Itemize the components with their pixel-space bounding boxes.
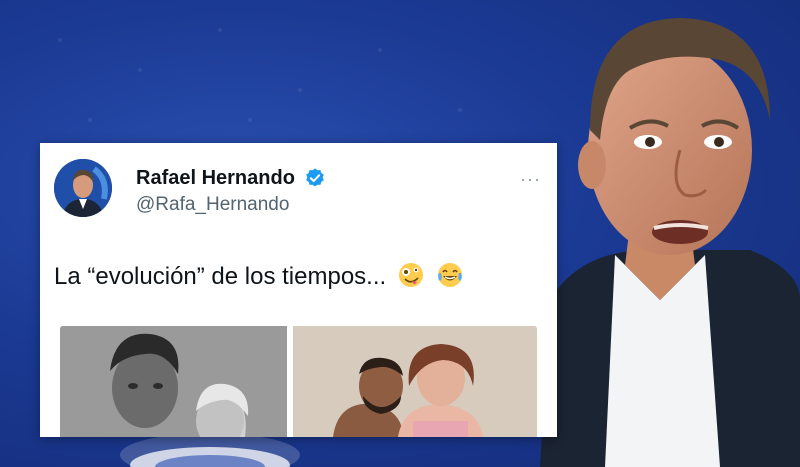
- speaker-photo: [540, 18, 800, 467]
- tweet-text: La “evolución” de los tiempos...: [54, 261, 464, 291]
- tweet-card[interactable]: Rafael Hernando @Rafa_Hernando ··· La “e…: [40, 143, 557, 437]
- tears-of-joy-emoji-icon: [437, 263, 462, 287]
- more-options-icon[interactable]: ···: [520, 169, 541, 190]
- tweet-image-right[interactable]: [293, 326, 537, 437]
- author-name[interactable]: Rafael Hernando: [136, 167, 295, 190]
- tweet-image-left[interactable]: [60, 326, 287, 437]
- verified-badge-icon: [306, 168, 324, 187]
- background-logo: [130, 447, 290, 467]
- zany-face-emoji-icon: [398, 263, 423, 287]
- tweet-text-content: La “evolución” de los tiempos...: [54, 263, 387, 290]
- author-avatar[interactable]: [54, 159, 112, 217]
- author-handle[interactable]: @Rafa_Hernando: [136, 194, 289, 216]
